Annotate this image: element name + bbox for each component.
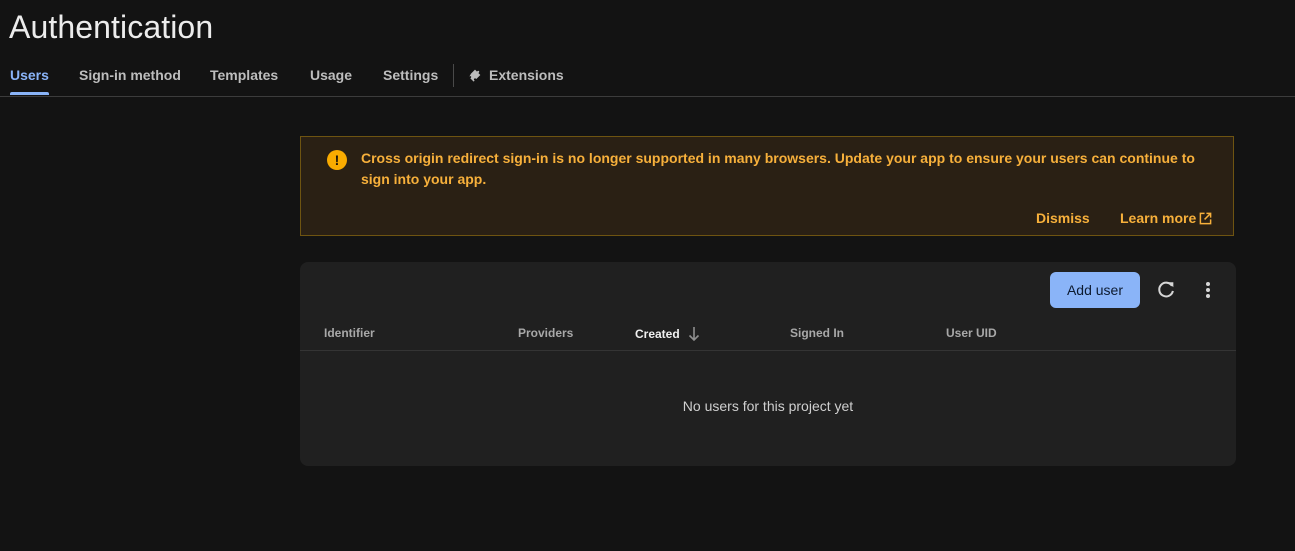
tab-separator <box>453 64 454 87</box>
users-card: Add user Identifier Providers Created Si… <box>300 262 1236 466</box>
column-header-created-label: Created <box>635 327 680 341</box>
column-header-identifier[interactable]: Identifier <box>324 326 375 340</box>
tab-bar: Users Sign-in method Templates Usage Set… <box>0 56 1295 97</box>
tab-sign-in-method[interactable]: Sign-in method <box>79 56 181 95</box>
empty-state-message: No users for this project yet <box>682 398 854 414</box>
tab-users[interactable]: Users <box>10 56 49 95</box>
warning-banner: ! Cross origin redirect sign-in is no lo… <box>300 136 1234 236</box>
column-header-user-uid[interactable]: User UID <box>946 326 997 340</box>
warning-icon: ! <box>327 150 347 170</box>
tab-extensions-label: Extensions <box>489 67 564 83</box>
column-header-created[interactable]: Created <box>635 326 700 345</box>
page-title: Authentication <box>9 9 214 45</box>
dismiss-button[interactable]: Dismiss <box>1036 210 1090 226</box>
column-header-signed-in[interactable]: Signed In <box>790 326 844 340</box>
tab-usage[interactable]: Usage <box>310 56 352 95</box>
open-in-new-icon <box>1199 212 1212 228</box>
add-user-button[interactable]: Add user <box>1050 272 1140 308</box>
extension-icon <box>469 59 485 97</box>
more-vert-icon[interactable] <box>1200 279 1216 301</box>
arrow-down-icon <box>688 326 700 345</box>
learn-more-link[interactable]: Learn more <box>1120 210 1212 228</box>
learn-more-label: Learn more <box>1120 210 1197 226</box>
refresh-icon[interactable] <box>1155 279 1177 301</box>
column-header-providers[interactable]: Providers <box>518 326 573 340</box>
tab-extensions[interactable]: Extensions <box>469 56 564 95</box>
tab-settings[interactable]: Settings <box>383 56 438 95</box>
banner-message: Cross origin redirect sign-in is no long… <box>361 150 1195 187</box>
table-header-divider <box>300 350 1236 351</box>
tab-templates[interactable]: Templates <box>210 56 278 95</box>
